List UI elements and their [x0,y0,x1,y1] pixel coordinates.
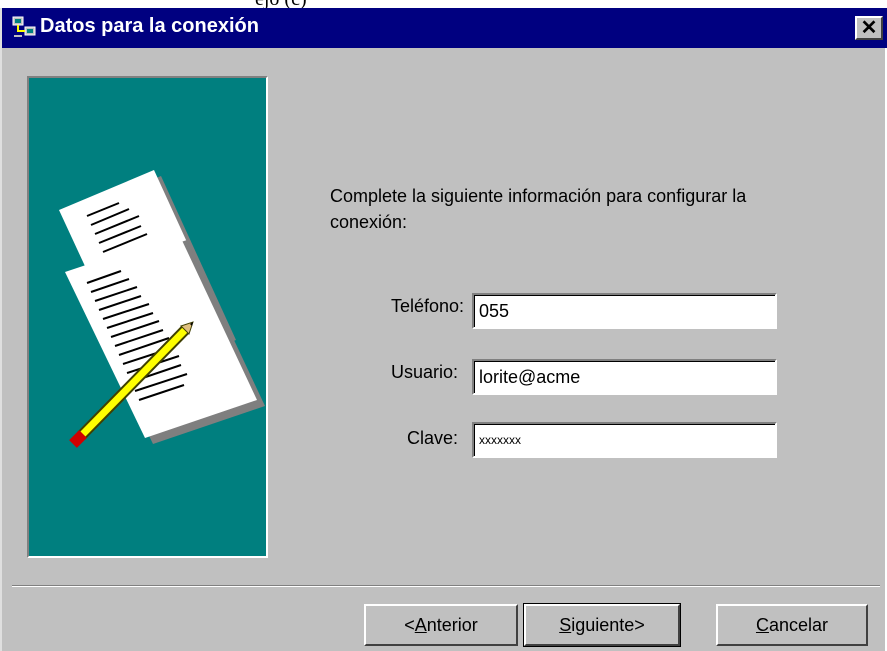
telefono-label: Teléfono: [390,296,464,316]
siguiente-label: iguiente> [571,614,645,635]
window-title: Datos para la conexión [40,15,259,37]
clave-input[interactable] [472,422,777,458]
siguiente-mnemonic: S [559,614,572,635]
anterior-button[interactable]: < Anterior [364,604,518,646]
usuario-input[interactable] [472,359,777,395]
anterior-mnemonic: A [414,614,427,635]
title-bar[interactable]: Datos para la conexión ✕ [2,8,887,48]
cancelar-label: ancelar [768,614,829,635]
clave-label: Clave: [406,428,458,448]
background-strip: ejo (c) [0,0,887,8]
close-icon: ✕ [860,17,878,39]
siguiente-button[interactable]: Siguiente> [523,603,681,647]
connection-dialog: Datos para la conexión ✕ Complete la sig… [0,8,887,651]
illustration-panel [27,76,268,558]
anterior-prefix: < [404,614,415,635]
network-computer-icon [12,15,36,44]
background-text: ejo (c) [255,0,307,8]
anterior-label: nterior [426,614,478,635]
documents-pencil-illustration [59,170,265,448]
telefono-input[interactable] [472,293,777,329]
separator [12,585,880,587]
cancelar-button[interactable]: Cancelar [716,604,868,646]
usuario-label: Usuario: [390,362,458,382]
cancelar-mnemonic: C [755,614,769,635]
close-button[interactable]: ✕ [855,16,883,40]
instructions-text: Complete la siguiente información para c… [330,186,747,232]
